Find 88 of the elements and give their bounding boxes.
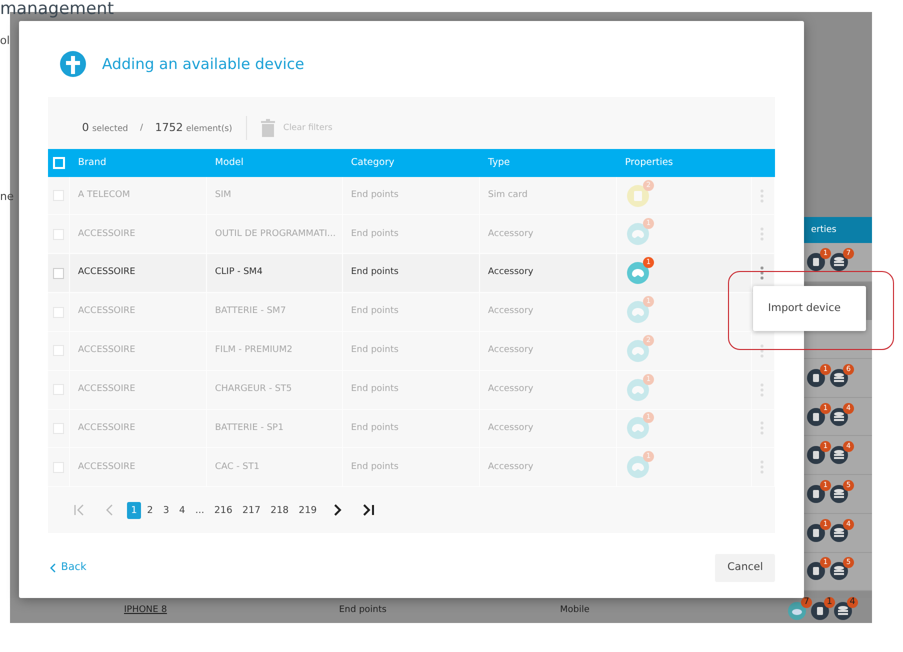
page-text: ol bbox=[0, 34, 10, 48]
table-cell-text: ACCESSOIRE bbox=[78, 422, 136, 435]
table-cell-text: End points bbox=[351, 266, 399, 280]
accessory-icon bbox=[627, 456, 649, 478]
table-cell-text: End points bbox=[351, 382, 399, 396]
select-all-checkbox[interactable] bbox=[53, 156, 65, 169]
table-cell-text: Accessory bbox=[488, 344, 534, 358]
table-cell-text: End points bbox=[351, 305, 399, 318]
cancel-button[interactable]: Cancel bbox=[715, 554, 775, 582]
table-cell-text: ACCESSOIRE bbox=[78, 460, 136, 474]
database-icon bbox=[830, 484, 848, 503]
last-page-icon[interactable] bbox=[362, 504, 374, 516]
next-icon[interactable] bbox=[332, 504, 343, 516]
table-cell-text: CLIP - SM4 bbox=[215, 266, 263, 280]
add-icon bbox=[60, 51, 86, 77]
sim-card-icon bbox=[807, 484, 825, 503]
column-header: Brand bbox=[77, 156, 108, 170]
accessory-icon bbox=[627, 301, 649, 324]
count-badge: 7 bbox=[801, 596, 812, 608]
trash-icon bbox=[261, 118, 276, 137]
sim-card-icon bbox=[807, 446, 825, 464]
sim-card-icon bbox=[807, 408, 825, 426]
accessory-icon bbox=[627, 378, 649, 401]
database-icon bbox=[830, 252, 848, 271]
table-cell-text: End points bbox=[351, 422, 399, 435]
dialog-title: Adding an available device bbox=[102, 54, 304, 75]
table-cell-text: CAC - ST1 bbox=[215, 460, 260, 474]
table-cell-text: ACCESSOIRE bbox=[78, 266, 136, 280]
table-cell-text: IPHONE 8 bbox=[124, 604, 167, 617]
table-cell-text: End points bbox=[351, 460, 399, 474]
accessory-icon bbox=[627, 223, 649, 246]
sim-card-icon bbox=[807, 524, 825, 542]
table-cell-text: SIM bbox=[215, 188, 232, 202]
sim-card-icon bbox=[807, 252, 825, 271]
table-cell-text: BATTERIE - SP1 bbox=[215, 422, 284, 435]
accessory-icon bbox=[627, 262, 649, 284]
database-icon bbox=[834, 602, 852, 620]
selected-count: 0 selected bbox=[82, 120, 128, 136]
table-cell-text: Mobile bbox=[560, 604, 590, 617]
column-header: Category bbox=[350, 156, 396, 170]
table-cell-text: ACCESSOIRE bbox=[78, 305, 136, 318]
chevron-left-icon bbox=[50, 563, 56, 574]
page-button[interactable]: 3 bbox=[159, 502, 174, 519]
element-count: 1752 element(s) bbox=[154, 120, 232, 136]
table-cell-text: Accessory bbox=[488, 422, 534, 435]
table-cell-text: End points bbox=[351, 344, 399, 358]
page-button[interactable]: 2 bbox=[143, 502, 158, 519]
table-cell-text: OUTIL DE PROGRAMMATI... bbox=[215, 228, 336, 241]
table-cell-text: Accessory bbox=[488, 228, 534, 241]
row-checkbox[interactable] bbox=[53, 268, 64, 279]
count-badge: 1 bbox=[824, 596, 835, 608]
database-icon bbox=[830, 368, 848, 387]
column-header: Type bbox=[487, 156, 511, 170]
page-button[interactable]: 217 bbox=[238, 502, 265, 519]
table-cell-text: BATTERIE - SM7 bbox=[215, 305, 286, 318]
table-cell-text: CHARGEUR - ST5 bbox=[215, 382, 292, 396]
table-cell-text: Sim card bbox=[488, 188, 528, 202]
table-cell-text: Accessory bbox=[488, 266, 534, 280]
ellipsis: ... bbox=[194, 504, 206, 518]
database-icon bbox=[830, 446, 848, 464]
table-cell-text: ACCESSOIRE bbox=[78, 344, 136, 358]
accessory-icon bbox=[627, 417, 649, 440]
database-icon bbox=[830, 562, 848, 580]
separator: / bbox=[140, 122, 143, 134]
table-cell-text: ACCESSOIRE bbox=[78, 228, 136, 241]
table-cell-text: Accessory bbox=[488, 460, 534, 474]
more-icon[interactable] bbox=[760, 266, 764, 280]
table-cell-text: FILM - PREMIUM2 bbox=[215, 344, 292, 358]
table-cell-text: End points bbox=[351, 188, 399, 202]
database-icon bbox=[830, 408, 848, 426]
column-header: Model bbox=[214, 156, 245, 170]
table-cell-text: Accessory bbox=[488, 305, 534, 318]
column-header: Properties bbox=[624, 156, 674, 170]
table-cell-text: End points bbox=[339, 604, 387, 617]
table-cell-text: A TELECOM bbox=[78, 188, 130, 202]
database-icon bbox=[830, 524, 848, 542]
table-cell-text: End points bbox=[351, 228, 399, 241]
count-badge: 4 bbox=[847, 596, 858, 608]
table-cell-text: Accessory bbox=[488, 382, 534, 396]
table-cell-text: ACCESSOIRE bbox=[78, 382, 136, 396]
sim-card-icon bbox=[807, 562, 825, 580]
page-button[interactable]: 218 bbox=[266, 502, 293, 519]
device-icon bbox=[788, 602, 806, 620]
sim-card-icon bbox=[811, 602, 829, 620]
page-button[interactable]: 216 bbox=[210, 502, 236, 519]
page-button[interactable]: 219 bbox=[294, 502, 321, 519]
page-button[interactable]: 4 bbox=[175, 502, 190, 519]
sim-card-icon bbox=[807, 368, 825, 387]
